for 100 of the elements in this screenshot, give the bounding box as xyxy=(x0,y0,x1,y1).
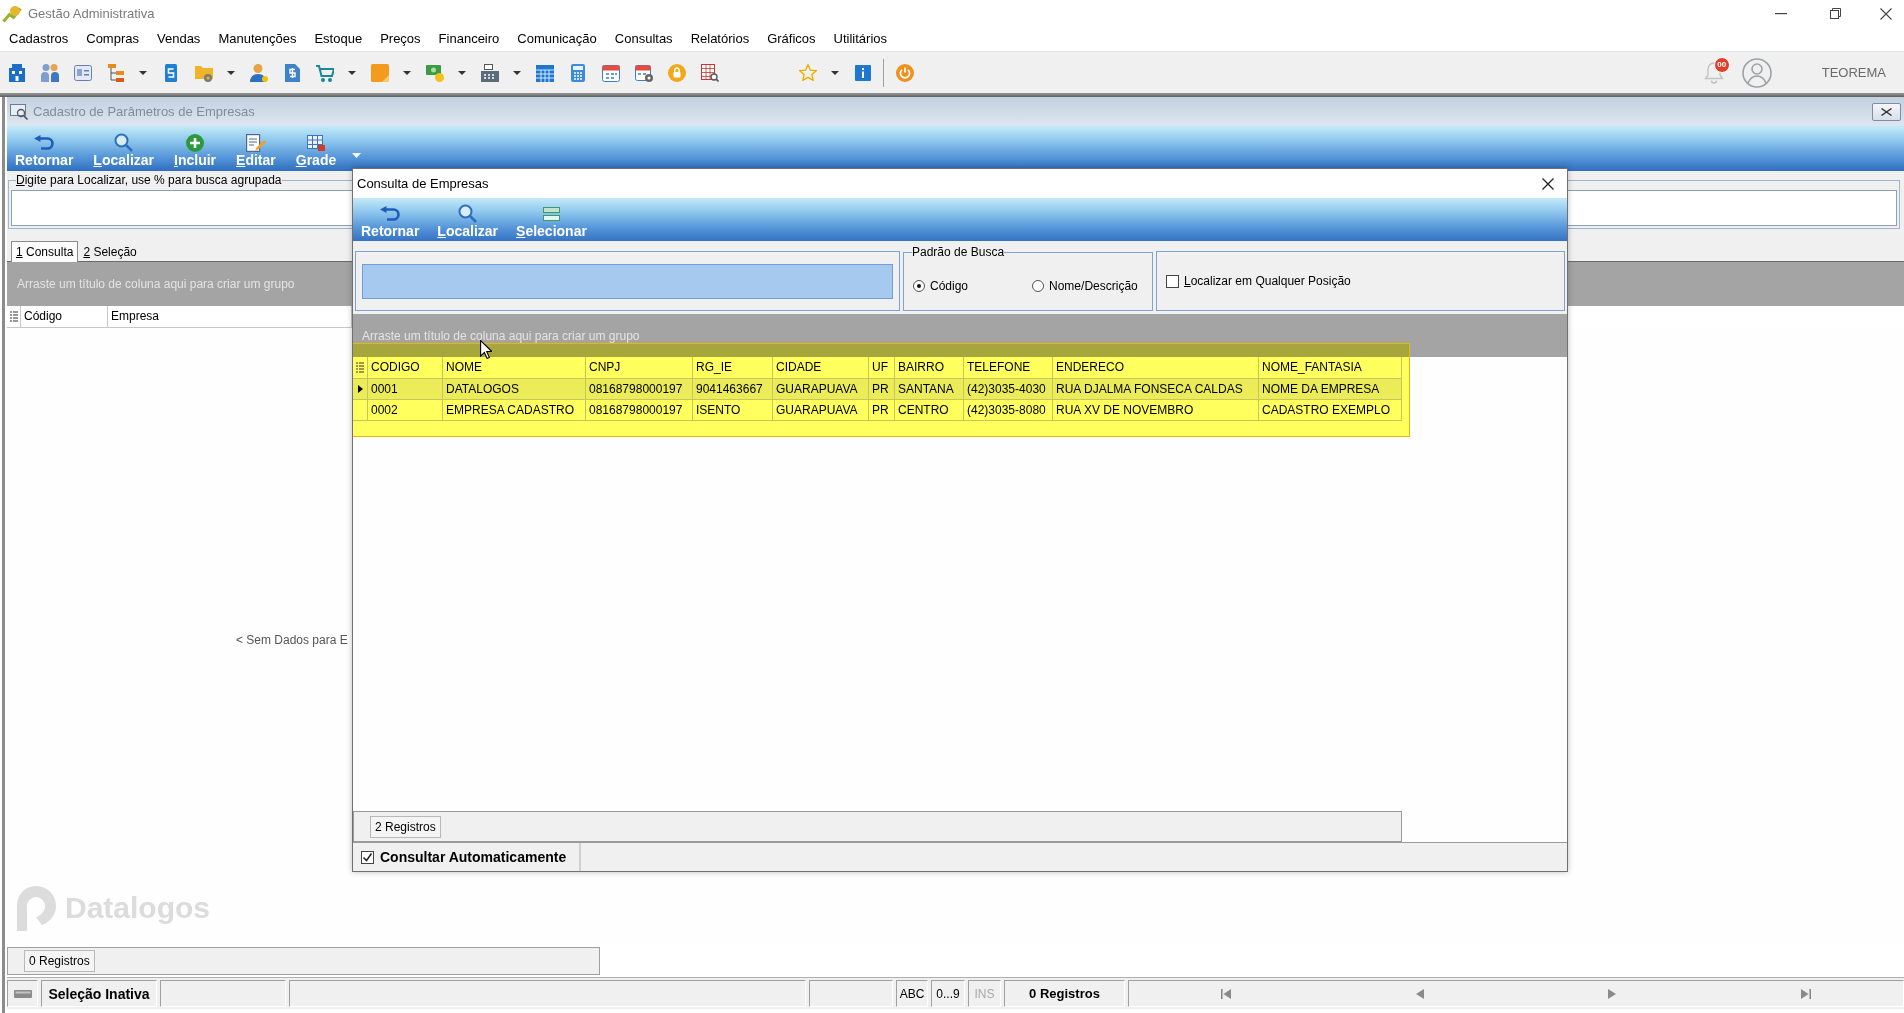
bell-icon[interactable] xyxy=(1703,60,1724,85)
table-grid-icon xyxy=(307,134,325,151)
status-indicator: 0...9 xyxy=(931,980,965,1007)
search-field[interactable] xyxy=(362,263,893,299)
plus-circle-icon xyxy=(186,133,205,152)
checkbox-label[interactable]: Localizar em Qualquer Posição xyxy=(1184,274,1351,288)
window-search-icon xyxy=(10,103,28,120)
menu-item[interactable]: Consultas xyxy=(605,29,682,49)
caret-icon[interactable] xyxy=(513,70,521,75)
cart-icon[interactable] xyxy=(315,63,334,82)
close-button[interactable] xyxy=(1872,102,1901,121)
pencil-document-icon xyxy=(245,133,266,152)
calendar-grid-icon[interactable] xyxy=(535,63,554,82)
table-cell: 0002 xyxy=(368,400,443,421)
toolbar-button[interactable]: Grade xyxy=(295,126,337,169)
menu-item[interactable]: Financeiro xyxy=(429,29,509,49)
caret-icon[interactable] xyxy=(227,70,235,75)
table-search-icon[interactable] xyxy=(700,63,719,82)
toolbar-button[interactable]: Retornar xyxy=(357,198,424,240)
skip-forward-icon[interactable] xyxy=(1800,988,1811,999)
calculator-icon[interactable] xyxy=(568,63,587,82)
cash-register-icon[interactable] xyxy=(480,63,499,82)
skip-back-icon[interactable] xyxy=(1221,988,1232,999)
close-icon[interactable] xyxy=(1880,7,1892,20)
undo-arrow-icon xyxy=(34,135,55,150)
caret-icon[interactable] xyxy=(139,70,147,75)
radio-label[interactable]: Código xyxy=(930,279,969,293)
caret-icon[interactable] xyxy=(348,70,356,75)
forward-icon[interactable] xyxy=(1608,988,1617,999)
id-card-icon[interactable] xyxy=(73,63,92,82)
table-cell: 08168798000197 xyxy=(586,379,693,400)
people-icon[interactable] xyxy=(40,63,59,82)
menu-item[interactable]: Estoque xyxy=(305,29,372,49)
close-icon[interactable] xyxy=(1542,177,1554,190)
radio-button[interactable] xyxy=(913,280,925,292)
table-cell: GUARAPUAVA xyxy=(773,400,869,421)
toolbar-button[interactable]: Localizar xyxy=(433,198,503,240)
table-cell: DATALOGOS xyxy=(443,379,586,400)
building-icon[interactable] xyxy=(7,63,26,82)
table-cell: PR xyxy=(869,400,895,421)
table-cell: ISENTO xyxy=(693,400,773,421)
table-cell: (42)3035-8080 xyxy=(964,400,1053,421)
person-icon[interactable] xyxy=(249,63,268,82)
table-cell: CENTRO xyxy=(895,400,964,421)
radio-label[interactable]: Nome/Descrição xyxy=(1049,279,1138,293)
form-title: Cadastro de Parâmetros de Empresas xyxy=(33,104,255,119)
search-label: Digite para Localizar, use % para busca agrupada xyxy=(16,173,282,187)
menu-item[interactable]: Manutenções xyxy=(209,29,306,49)
status-indicator: INS xyxy=(968,980,1001,1007)
star-icon[interactable] xyxy=(798,64,817,81)
menu-item[interactable]: Vendas xyxy=(148,29,210,49)
table-cell: CADASTRO EXEMPLO xyxy=(1259,400,1402,421)
banknote-icon[interactable] xyxy=(425,63,444,82)
tab[interactable]: 1 Consulta xyxy=(11,241,79,262)
menu-item[interactable]: Utilitários xyxy=(824,29,897,49)
checkbox[interactable] xyxy=(1166,274,1179,288)
calendar-icon[interactable] xyxy=(601,63,620,82)
table-cell: 9041463667 xyxy=(693,379,773,400)
menu-item[interactable]: Compras xyxy=(77,29,148,49)
caret-icon[interactable] xyxy=(458,70,466,75)
checkbox-label[interactable]: Consultar Automaticamente xyxy=(380,849,567,865)
menu-item[interactable]: Relatórios xyxy=(681,29,759,49)
table-cell: 08168798000197 xyxy=(586,400,693,421)
column-chooser-icon[interactable] xyxy=(9,311,18,322)
minimize-icon[interactable] xyxy=(1775,12,1787,15)
caret-icon[interactable] xyxy=(403,70,411,75)
menu-item[interactable]: Cadastros xyxy=(0,29,78,49)
group-title: Padrão de Busca xyxy=(912,245,1005,259)
info-icon[interactable] xyxy=(854,64,871,81)
mouse-pointer-icon xyxy=(480,340,492,359)
radio-button[interactable] xyxy=(1032,280,1045,292)
calendar-gear-icon[interactable] xyxy=(634,63,653,82)
notification-badge: 00 xyxy=(1713,56,1730,73)
tab[interactable]: 2 Seleção xyxy=(78,241,142,262)
record-count: 0 Registros xyxy=(24,950,95,972)
power-icon[interactable] xyxy=(895,63,914,82)
column-chooser-icon[interactable] xyxy=(356,362,364,373)
checkbox[interactable] xyxy=(361,850,374,864)
caret-icon[interactable] xyxy=(831,70,839,75)
hierarchy-icon[interactable] xyxy=(106,63,125,82)
folder-gear-icon[interactable] xyxy=(194,63,213,82)
menu-item[interactable]: Preços xyxy=(371,29,430,49)
search-icon xyxy=(458,204,478,223)
restore-icon[interactable] xyxy=(1830,8,1841,19)
menu-item[interactable]: Comunicação xyxy=(508,29,606,49)
row-indicator[interactable] xyxy=(353,379,368,400)
dollar-document-icon[interactable] xyxy=(282,63,301,82)
table-cell: SANTANA xyxy=(895,379,964,400)
toolbar-button[interactable]: Localizar xyxy=(93,126,155,169)
dialog-title: Consulta de Empresas xyxy=(357,176,489,191)
search-icon xyxy=(114,133,134,152)
table-cell: GUARAPUAVA xyxy=(773,379,869,400)
table-cell: NOME DA EMPRESA xyxy=(1259,379,1402,400)
logo-icon xyxy=(15,885,57,931)
menu-item[interactable]: Gráficos xyxy=(758,29,825,49)
group-by-hint: Arraste um título de coluna aqui para criar um grupo xyxy=(362,329,640,343)
user-avatar-icon[interactable] xyxy=(1741,57,1772,88)
toolbar-button[interactable]: Selecionar xyxy=(512,198,591,240)
toolbar-button[interactable]: Incluir xyxy=(174,126,217,169)
back-icon[interactable] xyxy=(1415,988,1424,999)
